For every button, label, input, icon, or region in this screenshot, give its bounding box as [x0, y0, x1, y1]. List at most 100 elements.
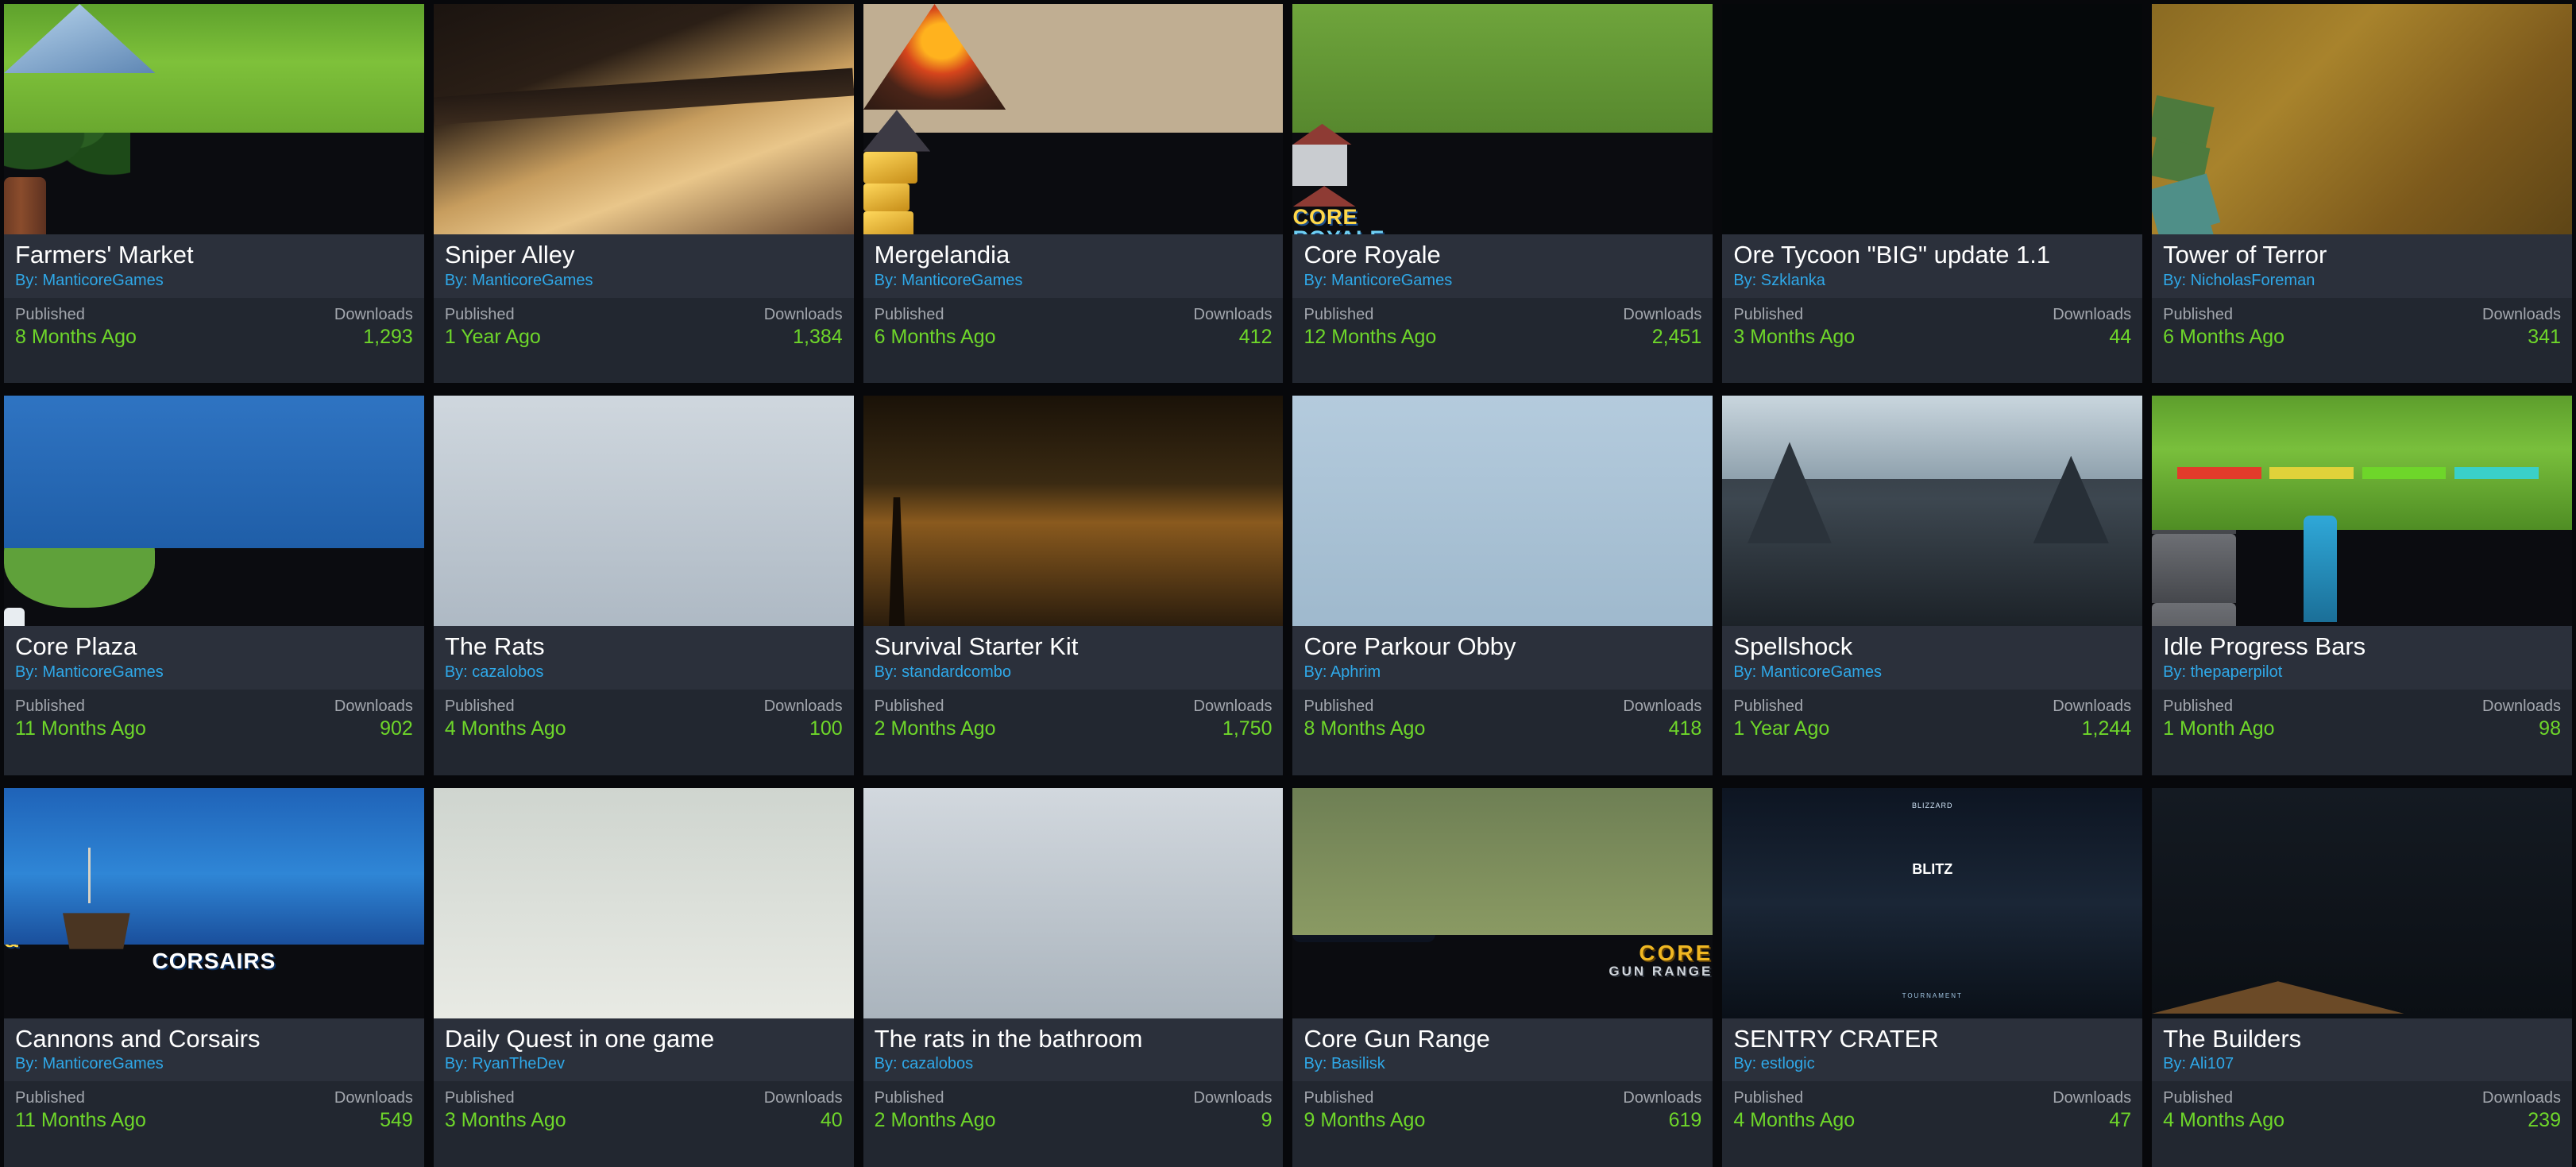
stats-label-row: Published Downloads	[15, 305, 413, 325]
thumb-logo-line2: CORSAIRS	[152, 949, 276, 974]
published-label: Published	[1733, 1089, 1804, 1107]
game-card[interactable]: THEBUILDERS The Builders By: Ali107 Publish…	[2152, 787, 2572, 1167]
stats-label-row: Published Downloads	[1303, 1088, 1701, 1108]
game-card[interactable]: TOWERofTERROR Tower of Terror By: Nicholas…	[2152, 4, 2572, 384]
game-thumbnail[interactable]: CORE GUN RANGE	[1292, 787, 1713, 1018]
downloads-value: 412	[1238, 325, 1273, 348]
game-card[interactable]: COREPLAZA Core Plaza By: ManticoreGames Pub…	[4, 396, 424, 775]
game-author-link[interactable]: By: ManticoreGames	[445, 272, 843, 289]
game-stats: Published Downloads 2 Months Ago 9	[863, 1081, 1284, 1167]
downloads-label: Downloads	[2482, 305, 2561, 323]
game-info: The Builders By: Ali107	[2152, 1018, 2572, 1082]
game-info: Daily Quest in one game By: RyanTheDev	[433, 1018, 854, 1082]
game-thumbnail[interactable]: COREPARKOUROBBY	[1292, 396, 1713, 627]
stats-value-row: 1 Month Ago 98	[2163, 717, 2561, 741]
game-thumbnail[interactable]	[1722, 4, 2143, 234]
stats-label-row: Published Downloads	[875, 305, 1273, 325]
game-author-link[interactable]: By: cazalobos	[445, 663, 843, 681]
downloads-label: Downloads	[1193, 1089, 1273, 1107]
game-card[interactable]: IN NO TIMETHANK YOU FOR 1K PLAYSDaily Qu…	[433, 787, 854, 1167]
published-label: Published	[1303, 305, 1374, 323]
stats-value-row: 11 Months Ago 902	[15, 717, 413, 741]
game-thumbnail[interactable]: COREROYALE	[1292, 4, 1713, 234]
thumb-logo-line1: CORE	[1639, 940, 1713, 965]
downloads-label: Downloads	[1623, 305, 1702, 323]
game-info: Mergelandia By: ManticoreGames	[863, 234, 1284, 298]
game-card[interactable]: SPELLSHOCK Spellshock By: ManticoreGames Pu…	[1722, 396, 2143, 775]
game-thumbnail[interactable]: TOWERofTERROR	[2152, 4, 2572, 234]
game-card[interactable]: MERGELANDIATHE NEW LANDS Mergelandia By: M…	[863, 4, 1284, 384]
published-value: 2 Months Ago	[874, 1109, 996, 1132]
game-author-link[interactable]: By: ManticoreGames	[1733, 663, 2131, 681]
downloads-label: Downloads	[2482, 697, 2561, 715]
game-author-link[interactable]: By: Szklanka	[1733, 272, 2131, 289]
game-stats: Published Downloads 11 Months Ago 549	[4, 1081, 424, 1167]
game-card[interactable]: SURVIVALSTARTER KIT Survival Starter Kit B…	[863, 396, 1284, 775]
stats-value-row: 1 Year Ago 1,384	[445, 325, 843, 350]
game-thumbnail[interactable]: COREPLAZA	[4, 396, 424, 627]
game-author-link[interactable]: By: Basilisk	[1303, 1055, 1701, 1072]
game-stats: Published Downloads 8 Months Ago 1,293	[4, 297, 424, 384]
game-stats: Published Downloads 1 Year Ago 1,384	[433, 297, 854, 384]
game-author-link[interactable]: By: ManticoreGames	[1303, 272, 1701, 289]
game-thumbnail[interactable]: NEW TRAP - HAIR DRYER	[863, 787, 1284, 1018]
game-author-link[interactable]: By: estlogic	[1733, 1055, 2131, 1072]
game-author-link[interactable]: By: Ali107	[2163, 1055, 2561, 1072]
game-thumbnail[interactable]: SNIPERALLEY	[433, 4, 854, 234]
published-value: 4 Months Ago	[1733, 1109, 1856, 1132]
game-card[interactable]: COREPARKOUROBBY Core Parkour Obby By: Aphr…	[1292, 396, 1713, 775]
game-author-link[interactable]: By: ManticoreGames	[15, 1055, 413, 1072]
stats-value-row: 6 Months Ago 412	[875, 325, 1273, 350]
game-card[interactable]: FARMERS'MARKET Farmers' Market By: Mantico…	[4, 4, 424, 384]
game-card[interactable]: SNIPERALLEY Sniper Alley By: ManticoreGame…	[433, 4, 854, 384]
published-label: Published	[874, 1089, 944, 1107]
stats-value-row: 8 Months Ago 418	[1303, 717, 1701, 741]
stats-label-row: Published Downloads	[2163, 305, 2561, 325]
game-card[interactable]: NEW TRAP - HAIR DRYERThe rats in the bat…	[863, 787, 1284, 1167]
game-thumbnail[interactable]: THEBUILDERS	[2152, 787, 2572, 1018]
game-thumbnail[interactable]: IN NO TIMETHANK YOU FOR 1K PLAYS	[433, 787, 854, 1018]
game-thumbnail[interactable]: SPELLSHOCK	[1722, 396, 2143, 627]
downloads-value: 98	[2539, 717, 2561, 740]
stats-label-row: Published Downloads	[445, 305, 843, 325]
game-author-link[interactable]: By: ManticoreGames	[15, 663, 413, 681]
game-author-link[interactable]: By: Aphrim	[1303, 663, 1701, 681]
game-thumbnail[interactable]: FARMERS'MARKET	[4, 4, 424, 234]
game-card[interactable]: COREROYALE Core Royale By: ManticoreGames P…	[1292, 4, 1713, 384]
game-card[interactable]: Ore Tycoon "BIG" update 1.1 By: Szklanka P…	[1722, 4, 2143, 384]
downloads-value: 341	[2528, 325, 2561, 348]
published-label: Published	[874, 305, 944, 323]
game-title: Tower of Terror	[2163, 242, 2327, 269]
game-stats: Published Downloads 1 Year Ago 1,244	[1722, 689, 2143, 775]
game-card[interactable]: NEW TRAP - LAVA IN THE SINK The Rats By: c…	[433, 396, 854, 775]
game-info: Survival Starter Kit By: standardcombo	[863, 626, 1284, 690]
downloads-value: 1,293	[363, 325, 413, 348]
game-thumbnail[interactable]: CANNONS&CORSAIRS	[4, 787, 424, 1018]
game-author-link[interactable]: By: ManticoreGames	[875, 272, 1273, 289]
stats-label-row: Published Downloads	[2163, 1088, 2561, 1108]
stats-label-row: Published Downloads	[1303, 305, 1701, 325]
game-thumbnail[interactable]: SURVIVALSTARTER KIT	[863, 396, 1284, 627]
downloads-value: 549	[380, 1109, 413, 1132]
game-author-link[interactable]: By: standardcombo	[875, 663, 1273, 681]
game-author-link[interactable]: By: NicholasForeman	[2163, 272, 2561, 289]
downloads-label: Downloads	[1623, 1089, 1702, 1107]
game-thumbnail[interactable]: BLIZZARDBLITZTOURNAMENTSENTRY CRATER	[1722, 787, 2143, 1018]
published-value: 11 Months Ago	[15, 1109, 146, 1132]
game-card[interactable]: 8.94e105.83e8 /Fill12.26 Fills/SecIdle P…	[2152, 396, 2572, 775]
game-thumbnail[interactable]: NEW TRAP - LAVA IN THE SINK	[433, 396, 854, 627]
published-label: Published	[1303, 697, 1374, 715]
game-author-link[interactable]: By: cazalobos	[875, 1055, 1273, 1072]
published-label: Published	[1303, 1089, 1374, 1107]
game-card[interactable]: CANNONS&CORSAIRS Cannons and Corsairs By: …	[4, 787, 424, 1167]
game-card[interactable]: BLIZZARD BLITZ TOURNAMENT SENTRY CRATERSENT…	[1722, 787, 2143, 1167]
game-author-link[interactable]: By: thepaperpilot	[2163, 663, 2561, 681]
game-thumbnail[interactable]: 8.94e105.83e8 /Fill12.26 Fills/Sec	[2152, 396, 2572, 627]
published-value: 1 Year Ago	[1733, 717, 1830, 740]
game-author-link[interactable]: By: RyanTheDev	[445, 1055, 843, 1072]
game-thumbnail[interactable]: MERGELANDIATHE NEW LANDS	[863, 4, 1284, 234]
game-card[interactable]: CORE GUN RANGE Core Gun Range By: Basilisk P…	[1292, 787, 1713, 1167]
game-stats: Published Downloads 8 Months Ago 418	[1292, 689, 1713, 775]
game-author-link[interactable]: By: ManticoreGames	[15, 272, 413, 289]
downloads-value: 40	[820, 1109, 843, 1132]
